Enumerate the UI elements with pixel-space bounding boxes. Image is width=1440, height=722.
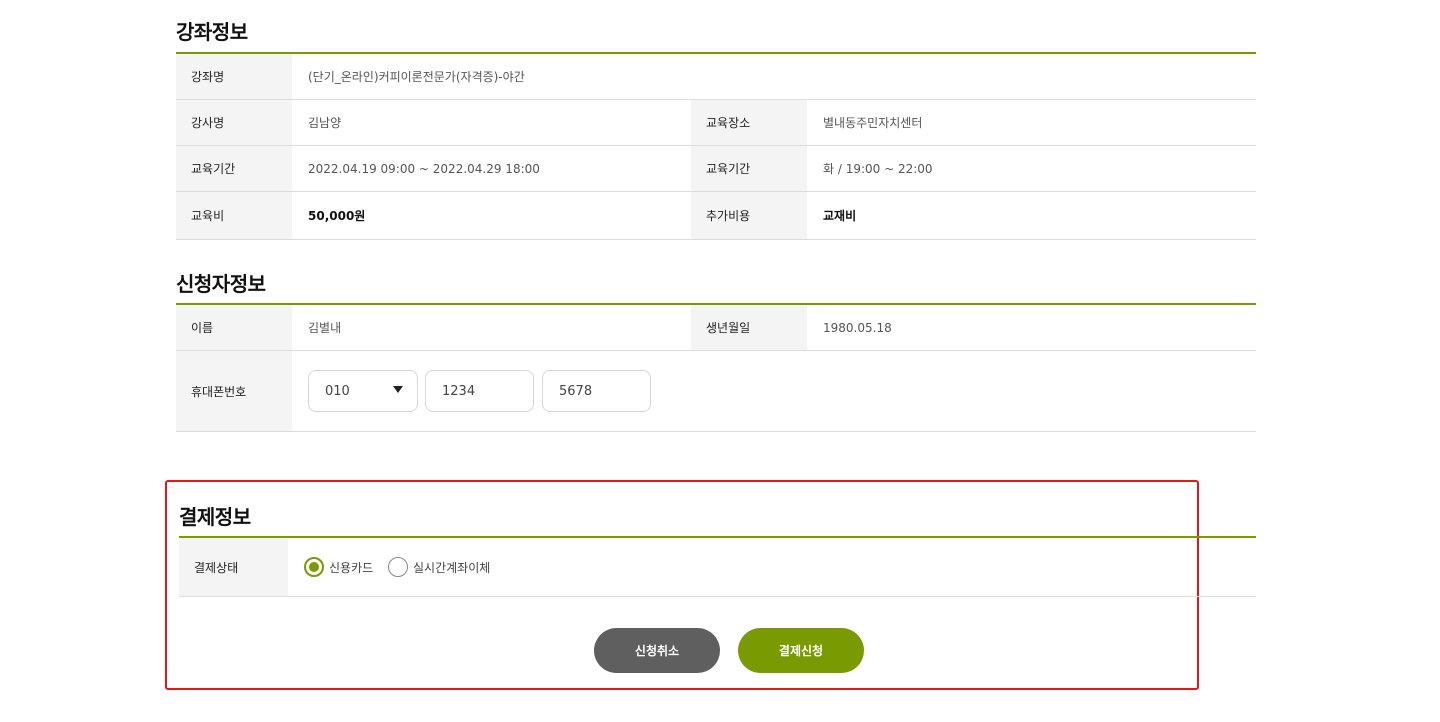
course-name-label: 강좌명 bbox=[176, 54, 292, 99]
payment-status-label: 결제상태 bbox=[179, 538, 288, 596]
birth-label: 생년월일 bbox=[691, 305, 807, 350]
birth-value: 1980.05.18 bbox=[823, 320, 892, 335]
phone-middle-value: 1234 bbox=[442, 383, 476, 399]
applicant-info-title: 신청자정보 bbox=[176, 272, 266, 296]
radio-unchecked-icon[interactable] bbox=[388, 557, 408, 577]
phone-prefix-value: 010 bbox=[325, 383, 350, 399]
phone-last-value: 5678 bbox=[559, 383, 593, 399]
dropdown-arrow-icon bbox=[393, 386, 403, 393]
name-value: 김별내 bbox=[308, 321, 342, 335]
radio-bank-transfer[interactable]: 실시간계좌이체 bbox=[388, 557, 490, 577]
period-label: 교육기간 bbox=[176, 146, 292, 191]
course-name-value: (단기_온라인)커피이론전문가(자격증)-야간 bbox=[308, 70, 525, 84]
submit-payment-button[interactable]: 결제신청 bbox=[738, 628, 864, 673]
instructor-row: 강사명 김남양 교육장소 별내동주민자치센터 bbox=[176, 100, 1256, 146]
applicant-name-row: 이름 김별내 생년월일 1980.05.18 bbox=[176, 305, 1256, 351]
fee-value: 50,000원 bbox=[308, 209, 366, 223]
payment-info-title: 결제정보 bbox=[179, 505, 251, 529]
radio-bank-transfer-label: 실시간계좌이체 bbox=[413, 560, 491, 575]
course-info-title: 강좌정보 bbox=[176, 20, 248, 44]
name-label: 이름 bbox=[176, 305, 292, 350]
schedule-value: 화 / 19:00 ~ 22:00 bbox=[823, 162, 933, 176]
cancel-application-button[interactable]: 신청취소 bbox=[594, 628, 720, 673]
phone-label: 휴대폰번호 bbox=[176, 351, 292, 431]
extra-cost-value: 교재비 bbox=[823, 209, 857, 223]
radio-dot-icon bbox=[309, 562, 319, 572]
location-value: 별내동주민자치센터 bbox=[823, 116, 923, 130]
instructor-label: 강사명 bbox=[176, 100, 292, 145]
schedule-label: 교육기간 bbox=[691, 146, 807, 191]
course-name-row: 강좌명 (단기_온라인)커피이론전문가(자격증)-야간 bbox=[176, 54, 1256, 100]
period-row: 교육기간 2022.04.19 09:00 ~ 2022.04.29 18:00… bbox=[176, 146, 1256, 192]
location-label: 교육장소 bbox=[691, 100, 807, 145]
radio-checked-icon[interactable] bbox=[304, 557, 324, 577]
instructor-value: 김남양 bbox=[308, 116, 342, 130]
fee-label: 교육비 bbox=[176, 192, 292, 239]
extra-cost-label: 추가비용 bbox=[691, 192, 807, 239]
phone-prefix-select[interactable]: 010 bbox=[308, 370, 418, 412]
radio-credit-card-label: 신용카드 bbox=[329, 560, 374, 575]
period-value: 2022.04.19 09:00 ~ 2022.04.29 18:00 bbox=[308, 161, 540, 176]
phone-middle-input[interactable]: 1234 bbox=[425, 370, 534, 412]
radio-credit-card[interactable]: 신용카드 bbox=[304, 557, 373, 577]
phone-last-input[interactable]: 5678 bbox=[542, 370, 651, 412]
fee-row: 교육비 50,000원 추가비용 교재비 bbox=[176, 192, 1256, 240]
